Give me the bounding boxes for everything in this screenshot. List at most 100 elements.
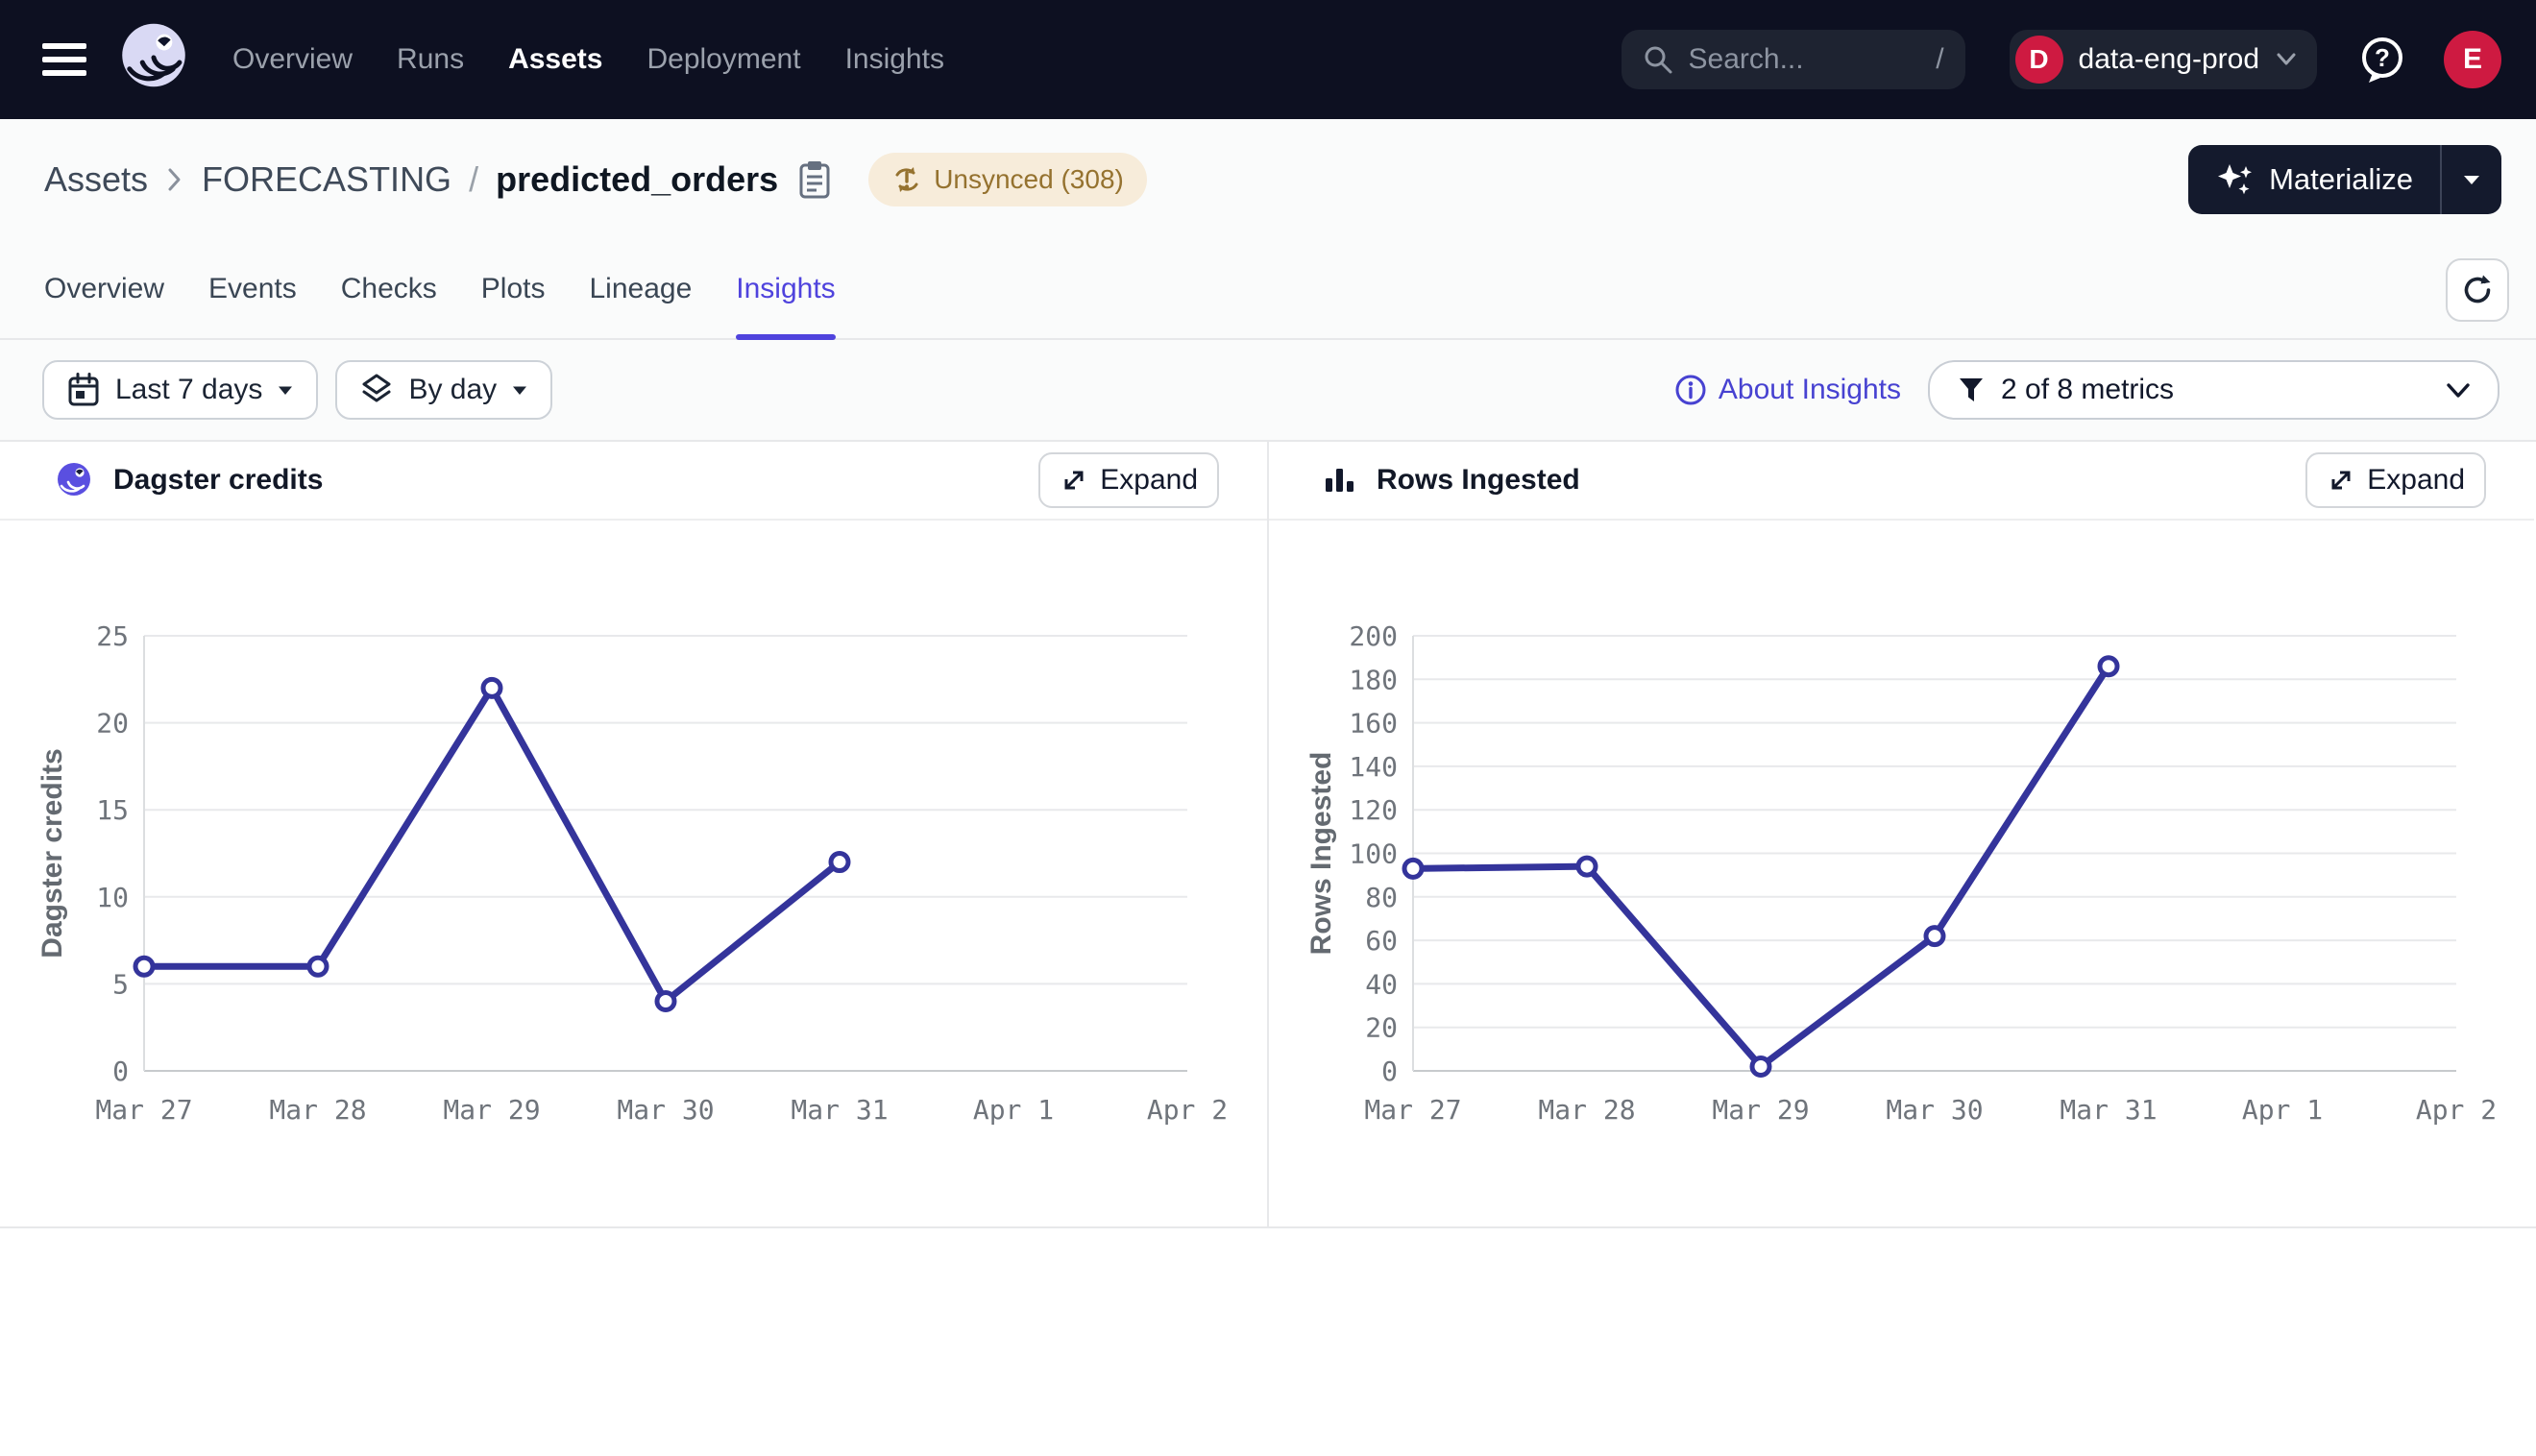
svg-text:Mar 28: Mar 28 bbox=[1538, 1094, 1635, 1126]
time-range-dropdown[interactable]: Last 7 days bbox=[42, 360, 318, 420]
help-icon: ? bbox=[2357, 35, 2407, 85]
about-insights-link[interactable]: About Insights bbox=[1674, 374, 1901, 406]
tab-overview[interactable]: Overview bbox=[44, 240, 164, 338]
tab-plots[interactable]: Plots bbox=[481, 240, 546, 338]
metrics-label: 2 of 8 metrics bbox=[2001, 374, 2174, 406]
refresh-button[interactable] bbox=[2446, 258, 2509, 322]
workspace-label: data-eng-prod bbox=[2079, 43, 2259, 76]
dagster-credits-chart: 0 5 10 15 20 25 Mar 27 Mar 28 Mar 29 Mar 30 Mar 31… bbox=[0, 521, 1267, 1222]
caret-down-icon bbox=[512, 385, 527, 396]
expand-rows-ingested-button[interactable]: Expand bbox=[2305, 452, 2486, 508]
nav-item-assets[interactable]: Assets bbox=[508, 43, 602, 76]
copy-asset-name-button[interactable] bbox=[797, 159, 832, 200]
funnel-icon bbox=[1957, 376, 1986, 404]
nav-item-deployment[interactable]: Deployment bbox=[646, 43, 800, 76]
svg-text:Dagster credits: Dagster credits bbox=[37, 748, 68, 958]
layers-icon bbox=[360, 373, 393, 407]
svg-text:Mar 31: Mar 31 bbox=[791, 1094, 888, 1126]
tab-lineage[interactable]: Lineage bbox=[590, 240, 693, 338]
materialize-label: Materialize bbox=[2269, 162, 2413, 197]
svg-text:?: ? bbox=[2375, 43, 2390, 72]
sparkles-icon bbox=[2215, 160, 2254, 199]
expand-icon bbox=[2327, 466, 2355, 495]
nav-item-runs[interactable]: Runs bbox=[397, 43, 464, 76]
unsynced-badge[interactable]: Unsynced (308) bbox=[868, 153, 1147, 206]
svg-text:Apr 1: Apr 1 bbox=[973, 1094, 1054, 1126]
insights-filters: Last 7 days By day About Insights 2 of 8… bbox=[0, 340, 2536, 442]
svg-text:Mar 27: Mar 27 bbox=[1364, 1094, 1461, 1126]
tab-checks[interactable]: Checks bbox=[341, 240, 437, 338]
search-icon bbox=[1643, 44, 1673, 75]
svg-text:20: 20 bbox=[96, 708, 129, 740]
svg-text:Mar 31: Mar 31 bbox=[2060, 1094, 2157, 1126]
svg-text:20: 20 bbox=[1365, 1012, 1398, 1044]
nav-item-overview[interactable]: Overview bbox=[232, 43, 353, 76]
expand-icon bbox=[1060, 466, 1088, 495]
chart-title: Dagster credits bbox=[113, 464, 1019, 497]
caret-down-icon bbox=[2463, 174, 2480, 185]
svg-text:15: 15 bbox=[96, 794, 129, 826]
svg-text:0: 0 bbox=[112, 1056, 129, 1087]
dagster-logo[interactable] bbox=[113, 17, 194, 103]
granularity-label: By day bbox=[408, 374, 497, 406]
breadcrumb-group-link[interactable]: FORECASTING bbox=[202, 159, 451, 200]
svg-text:Apr 1: Apr 1 bbox=[2242, 1094, 2323, 1126]
search-shortcut-hint: / bbox=[1936, 43, 1943, 76]
dagster-credits-icon bbox=[54, 460, 94, 500]
materialize-button[interactable]: Materialize bbox=[2188, 145, 2440, 214]
svg-text:Apr 2: Apr 2 bbox=[1147, 1094, 1228, 1126]
dagster-credits-header: Dagster credits Expand bbox=[0, 442, 1267, 521]
svg-text:Mar 28: Mar 28 bbox=[269, 1094, 366, 1126]
bar-chart-icon bbox=[1323, 463, 1357, 497]
menu-button[interactable] bbox=[42, 43, 86, 76]
svg-text:10: 10 bbox=[96, 882, 129, 913]
workspace-badge: D bbox=[2015, 36, 2063, 84]
breadcrumb-chevron-icon bbox=[165, 166, 184, 193]
page-title: predicted_orders bbox=[496, 159, 778, 200]
svg-text:160: 160 bbox=[1349, 708, 1398, 740]
user-avatar[interactable]: E bbox=[2444, 31, 2501, 88]
time-range-label: Last 7 days bbox=[115, 374, 262, 406]
dagster-octopus-icon bbox=[113, 17, 194, 98]
rows-ingested-chart: 020406080100120140160180200Mar 27Mar 28M… bbox=[1269, 521, 2536, 1222]
top-nav: Overview Runs Assets Deployment Insights… bbox=[0, 0, 2536, 119]
materialize-caret-button[interactable] bbox=[2442, 145, 2501, 214]
svg-text:120: 120 bbox=[1349, 794, 1398, 826]
svg-text:Mar 30: Mar 30 bbox=[1886, 1094, 1983, 1126]
rows-ingested-header: Rows Ingested Expand bbox=[1269, 442, 2534, 521]
metrics-dropdown[interactable]: 2 of 8 metrics bbox=[1928, 360, 2499, 420]
tab-insights[interactable]: Insights bbox=[736, 240, 835, 338]
svg-text:200: 200 bbox=[1349, 620, 1398, 652]
nav-links: Overview Runs Assets Deployment Insights bbox=[232, 43, 944, 76]
svg-text:80: 80 bbox=[1365, 882, 1398, 913]
svg-text:Mar 27: Mar 27 bbox=[95, 1094, 192, 1126]
expand-dagster-credits-button[interactable]: Expand bbox=[1038, 452, 1219, 508]
about-insights-label: About Insights bbox=[1719, 374, 1901, 406]
tab-events[interactable]: Events bbox=[208, 240, 297, 338]
caret-down-icon bbox=[278, 385, 293, 396]
svg-text:5: 5 bbox=[112, 968, 129, 1000]
dagster-credits-panel: Dagster credits Expand 0 5 10 15 20 25 Mar 27 M… bbox=[0, 442, 1267, 1226]
clipboard-icon bbox=[797, 159, 832, 200]
svg-text:Mar 29: Mar 29 bbox=[443, 1094, 540, 1126]
svg-text:140: 140 bbox=[1349, 751, 1398, 783]
breadcrumb-assets-link[interactable]: Assets bbox=[44, 159, 148, 200]
breadcrumb-separator: / bbox=[469, 159, 478, 200]
svg-text:0: 0 bbox=[1381, 1056, 1398, 1087]
granularity-dropdown[interactable]: By day bbox=[335, 360, 552, 420]
help-button[interactable]: ? bbox=[2357, 35, 2407, 85]
svg-text:Mar 30: Mar 30 bbox=[617, 1094, 714, 1126]
unsynced-badge-label: Unsynced (308) bbox=[934, 164, 1124, 195]
insights-charts: Dagster credits Expand 0 5 10 15 20 25 Mar 27 M… bbox=[0, 442, 2536, 1228]
svg-text:100: 100 bbox=[1349, 838, 1398, 870]
sync-alert-icon bbox=[891, 164, 922, 195]
svg-text:25: 25 bbox=[96, 620, 129, 652]
workspace-switcher[interactable]: D data-eng-prod bbox=[2010, 30, 2317, 89]
nav-item-insights[interactable]: Insights bbox=[845, 43, 944, 76]
expand-label: Expand bbox=[1100, 464, 1198, 497]
rows-ingested-panel: Rows Ingested Expand 0204060801001201401… bbox=[1267, 442, 2534, 1226]
chart-title: Rows Ingested bbox=[1377, 464, 2286, 497]
calendar-icon bbox=[67, 373, 100, 407]
search-input[interactable]: Search... / bbox=[1622, 30, 1965, 89]
hamburger-icon bbox=[42, 43, 86, 49]
